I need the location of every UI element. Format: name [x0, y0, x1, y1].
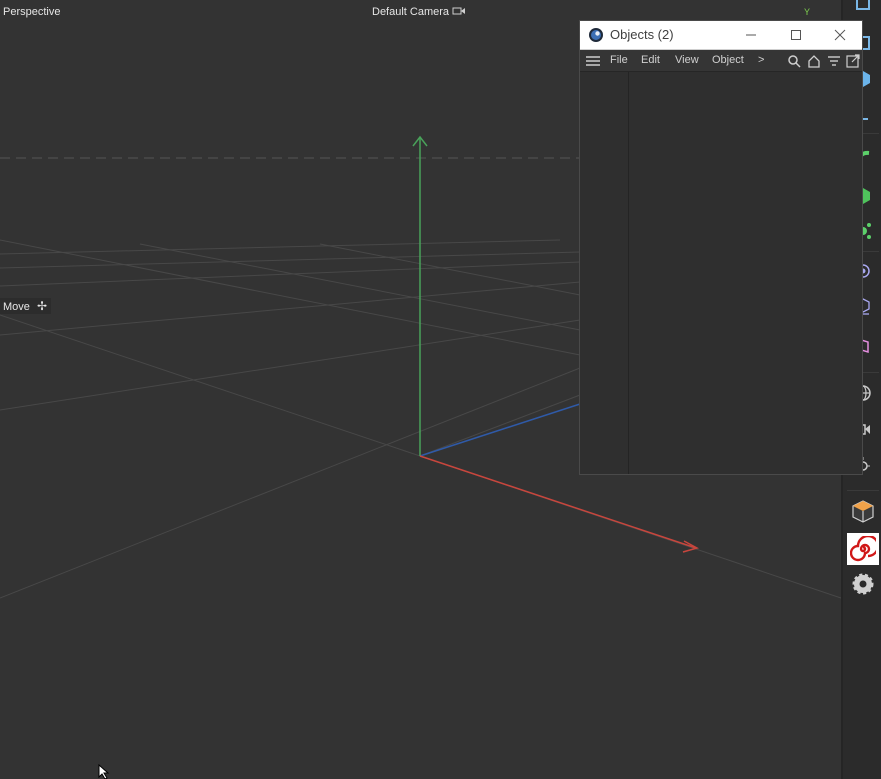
search-icon[interactable] — [786, 53, 802, 69]
new-window-icon[interactable] — [845, 53, 861, 69]
maximize-icon — [791, 30, 801, 40]
home-icon[interactable] — [806, 53, 822, 69]
mouse-cursor-icon — [98, 764, 110, 779]
spiral-plugin-icon[interactable] — [847, 533, 879, 565]
camera-icon — [452, 7, 466, 15]
filter-icon[interactable] — [826, 53, 842, 69]
window-title: Objects (2) — [610, 27, 674, 42]
minimize-button[interactable] — [729, 21, 773, 49]
camera-label[interactable]: Default Camera — [372, 6, 466, 18]
menu-more[interactable]: > — [758, 54, 764, 66]
menu-file[interactable]: File — [610, 54, 628, 66]
close-button[interactable] — [818, 21, 862, 49]
cinema4d-app-icon — [589, 28, 603, 42]
cube-package-icon[interactable] — [845, 496, 881, 526]
strip-separator — [847, 490, 879, 491]
menu-edit[interactable]: Edit — [641, 54, 660, 66]
gear-icon[interactable] — [845, 569, 881, 599]
maximize-button[interactable] — [774, 21, 818, 49]
hamburger-menu-icon[interactable] — [585, 53, 601, 69]
tool-label: Move — [3, 301, 30, 313]
menu-view[interactable]: View — [675, 54, 699, 66]
tool-indicator: Move ✢ — [0, 298, 52, 314]
view-label[interactable]: Perspective — [3, 6, 60, 18]
axis-indicator-y: Y — [804, 7, 811, 17]
minimize-icon — [746, 34, 756, 36]
close-icon — [834, 29, 846, 41]
move-icon: ✢ — [36, 299, 48, 313]
objects-title-bar[interactable]: Objects (2) — [580, 21, 862, 50]
objects-tree-list[interactable] — [629, 72, 862, 474]
menu-object[interactable]: Object — [712, 54, 744, 66]
camera-label-text: Default Camera — [372, 6, 450, 18]
cube-icon[interactable] — [845, 0, 881, 18]
objects-window: Objects (2) File Edit View Object > — [579, 20, 863, 475]
objects-menu-bar: File Edit View Object > — [580, 50, 862, 72]
objects-tree-gutter — [580, 72, 629, 474]
